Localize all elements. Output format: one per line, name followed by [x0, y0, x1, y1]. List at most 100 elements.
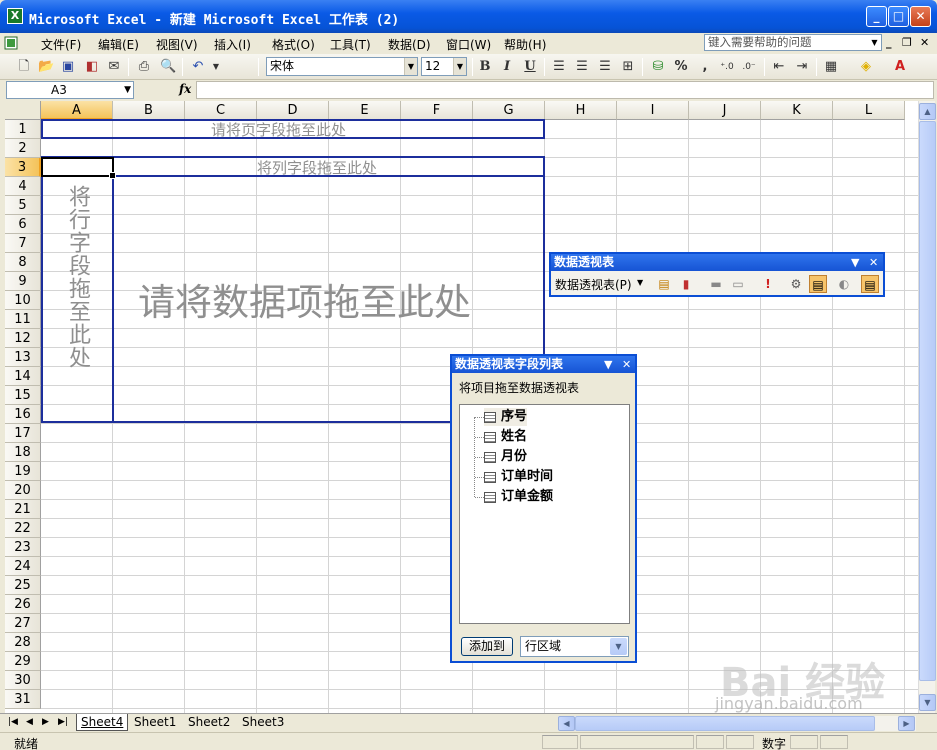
chevron-down-icon[interactable]: ▼ [124, 82, 131, 98]
show-detail-icon[interactable]: ▭ [729, 275, 747, 293]
toolbar-options-icon[interactable]: ▼ [851, 254, 859, 271]
column-header-d[interactable]: D [257, 101, 329, 120]
horizontal-scroll-thumb[interactable] [575, 716, 875, 731]
chart-wizard-icon[interactable]: ▮ [677, 275, 695, 293]
select-all-corner[interactable] [5, 101, 41, 120]
scroll-down-icon[interactable]: ▼ [919, 694, 936, 711]
show-field-list-icon[interactable]: ▤ [809, 275, 827, 293]
field-settings-icon[interactable]: ⚙ [787, 275, 805, 293]
menu-window[interactable]: 窗口(W) [446, 36, 491, 53]
scroll-right-icon[interactable]: ▶ [898, 716, 915, 731]
column-header-c[interactable]: C [185, 101, 257, 120]
row-header-25[interactable]: 25 [5, 576, 41, 595]
row-header-17[interactable]: 17 [5, 424, 41, 443]
row-header-20[interactable]: 20 [5, 481, 41, 500]
close-icon[interactable]: ✕ [869, 254, 878, 271]
open-folder-icon[interactable]: 📂 [38, 59, 54, 75]
sheet-tab-sheet4[interactable]: Sheet4 [76, 714, 129, 731]
last-sheet-icon[interactable]: ▶| [58, 717, 68, 727]
row-header-23[interactable]: 23 [5, 538, 41, 557]
chevron-down-icon[interactable]: ▼ [610, 638, 627, 655]
vertical-scrollbar[interactable]: ▲ ▼ [918, 101, 936, 713]
chevron-down-icon[interactable]: ▼ [869, 36, 880, 49]
font-name-select[interactable]: 宋体 ▼ [266, 57, 418, 76]
fill-color-icon[interactable]: ◈ [858, 59, 874, 75]
row-header-9[interactable]: 9 [5, 272, 41, 291]
workbook-restore-button[interactable]: ❐ [902, 36, 912, 49]
decrease-decimal-icon[interactable]: .0⁻ [741, 59, 757, 75]
next-sheet-icon[interactable]: ▶ [42, 717, 49, 727]
pivot-toolbar-caption[interactable]: 数据透视表 ▼ ✕ [551, 254, 883, 271]
sheet-tab-sheet1[interactable]: Sheet1 [130, 714, 180, 731]
undo-icon[interactable]: ↶ [190, 59, 206, 75]
hide-detail-icon[interactable]: ▬ [707, 275, 725, 293]
row-header-26[interactable]: 26 [5, 595, 41, 614]
row-header-14[interactable]: 14 [5, 367, 41, 386]
field-item[interactable]: 月份 [484, 448, 527, 466]
field-item[interactable]: 订单时间 [484, 468, 553, 486]
field-list-box[interactable]: 序号 姓名 月份 订单时间 订单金额 [459, 404, 630, 624]
row-header-12[interactable]: 12 [5, 329, 41, 348]
bold-button[interactable]: B [477, 59, 493, 75]
comma-button[interactable]: , [697, 59, 713, 75]
column-header-k[interactable]: K [761, 101, 833, 120]
menu-data[interactable]: 数据(D) [388, 36, 431, 53]
field-list-toggle-icon[interactable]: ▤ [861, 275, 879, 293]
close-icon[interactable]: ✕ [622, 356, 631, 373]
font-size-select[interactable]: 12 ▼ [421, 57, 467, 76]
close-button[interactable]: ✕ [910, 6, 931, 27]
column-header-b[interactable]: B [113, 101, 185, 120]
align-center-icon[interactable]: ☰ [574, 59, 590, 75]
menu-insert[interactable]: 插入(I) [214, 36, 251, 53]
merge-center-icon[interactable]: ⊞ [620, 59, 636, 75]
menu-edit[interactable]: 编辑(E) [98, 36, 139, 53]
undo-dropdown-icon[interactable]: ▼ [208, 59, 224, 75]
workbook-close-button[interactable]: ✕ [920, 36, 929, 49]
new-file-icon[interactable]: 🗋 [16, 59, 32, 75]
chevron-down-icon[interactable]: ▼ [404, 58, 417, 75]
excel-app-icon[interactable]: X [7, 8, 23, 24]
pivot-table-menu[interactable]: 数据透视表(P) [555, 276, 632, 293]
row-header-16[interactable]: 16 [5, 405, 41, 424]
column-header-f[interactable]: F [401, 101, 473, 120]
menu-file[interactable]: 文件(F) [41, 36, 81, 53]
field-item[interactable]: 序号 [484, 408, 528, 426]
workbook-icon[interactable] [4, 36, 18, 50]
row-header-4[interactable]: 4 [5, 177, 41, 196]
maximize-button[interactable]: □ [888, 6, 909, 27]
menu-help[interactable]: 帮助(H) [504, 36, 546, 53]
active-cell-a3[interactable] [41, 157, 116, 179]
row-header-22[interactable]: 22 [5, 519, 41, 538]
increase-decimal-icon[interactable]: ⁺.0 [719, 59, 735, 75]
chevron-down-icon[interactable]: ▼ [637, 278, 643, 287]
vertical-scroll-thumb[interactable] [919, 121, 936, 681]
sheet-tab-sheet3[interactable]: Sheet3 [238, 714, 288, 731]
column-header-a[interactable]: A [41, 101, 113, 120]
save-icon[interactable]: ▣ [60, 59, 76, 75]
align-right-icon[interactable]: ☰ [597, 59, 613, 75]
row-header-3[interactable]: 3 [5, 158, 41, 177]
font-color-icon[interactable]: A [892, 59, 908, 75]
menu-tools[interactable]: 工具(T) [330, 36, 371, 53]
row-header-10[interactable]: 10 [5, 291, 41, 310]
row-header-24[interactable]: 24 [5, 557, 41, 576]
permission-icon[interactable]: ◧ [84, 59, 100, 75]
row-header-18[interactable]: 18 [5, 443, 41, 462]
help-search-input[interactable]: 键入需要帮助的问题 ▼ [704, 34, 882, 51]
row-header-7[interactable]: 7 [5, 234, 41, 253]
row-header-27[interactable]: 27 [5, 614, 41, 633]
italic-button[interactable]: I [499, 59, 515, 75]
page-field-drop-area[interactable]: 请将页字段拖至此处 [41, 119, 545, 139]
email-icon[interactable]: ✉ [106, 59, 122, 75]
sheet-tab-sheet2[interactable]: Sheet2 [184, 714, 234, 731]
menu-format[interactable]: 格式(O) [272, 36, 315, 53]
column-header-g[interactable]: G [473, 101, 545, 120]
row-header-30[interactable]: 30 [5, 671, 41, 690]
row-header-5[interactable]: 5 [5, 196, 41, 215]
field-item[interactable]: 姓名 [484, 428, 527, 446]
formula-input[interactable] [196, 81, 934, 99]
horizontal-scrollbar[interactable]: ◀ ▶ [558, 716, 916, 731]
scroll-up-icon[interactable]: ▲ [919, 103, 936, 120]
print-preview-icon[interactable]: 🔍 [160, 59, 176, 75]
menu-view[interactable]: 视图(V) [156, 36, 198, 53]
